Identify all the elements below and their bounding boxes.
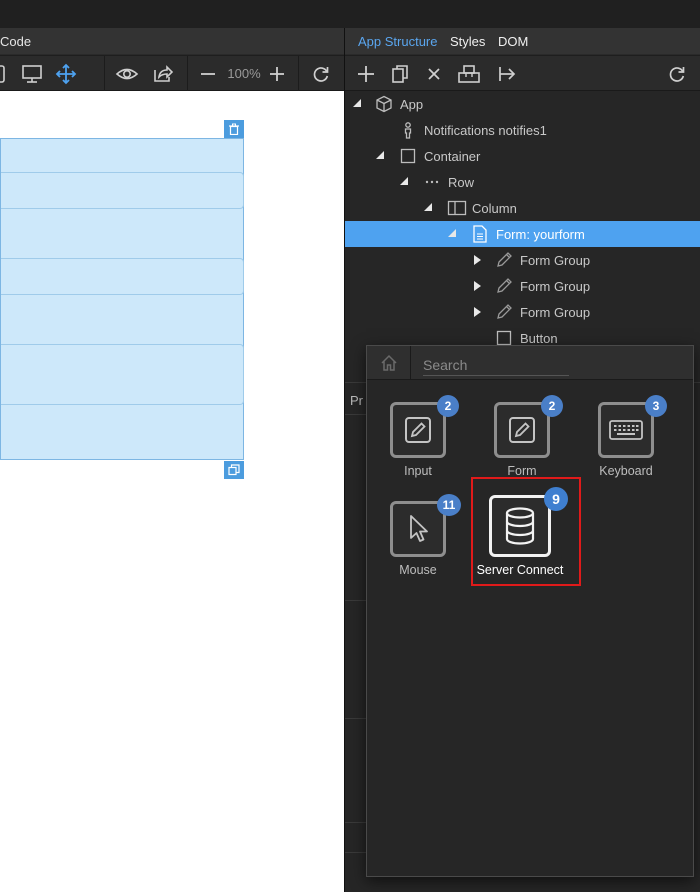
tab-styles[interactable]: Styles <box>450 34 485 49</box>
search-input[interactable] <box>423 354 569 376</box>
document-icon <box>471 225 489 243</box>
refresh-structure-icon[interactable] <box>664 56 690 91</box>
collapse-arrow-icon[interactable] <box>353 99 361 107</box>
copy-icon[interactable] <box>389 56 411 91</box>
home-icon[interactable] <box>367 346 411 380</box>
tab-dom[interactable]: DOM <box>498 34 528 49</box>
tree-item-label: Form Group <box>520 305 591 320</box>
pencil-square-icon <box>509 417 535 443</box>
tree-item-form-group[interactable]: Form Group <box>345 247 700 273</box>
tile-label: Form <box>507 464 537 478</box>
highlight-frame <box>471 477 581 586</box>
right-tab-bar: App Structure Styles DOM <box>345 28 700 55</box>
design-toolbar: 100% <box>0 56 344 91</box>
refresh-icon[interactable] <box>308 56 334 91</box>
tile-label: Mouse <box>399 563 437 577</box>
tree-item-label: Row <box>448 175 475 190</box>
properties-panel-label: Pr <box>350 393 363 408</box>
tree-item-form-group[interactable]: Form Group <box>345 299 700 325</box>
add-icon[interactable] <box>355 56 377 91</box>
tile-keyboard[interactable]: 3 Keyboard <box>587 395 677 491</box>
picker-header <box>367 346 693 380</box>
desktop-view-icon[interactable] <box>18 56 46 91</box>
count-badge: 3 <box>645 395 667 417</box>
tree-item-form[interactable]: Form: yourform <box>345 221 700 247</box>
count-badge: 2 <box>437 395 459 417</box>
collapse-arrow-icon[interactable] <box>400 177 408 185</box>
columns-icon <box>447 199 467 217</box>
expand-arrow-icon[interactable] <box>474 307 481 317</box>
square-icon <box>399 147 417 165</box>
tab-code[interactable]: Code <box>0 34 31 49</box>
cube-icon <box>375 95 393 113</box>
tile-input[interactable]: 2 Input <box>379 395 469 491</box>
zoom-in-icon[interactable] <box>265 56 289 91</box>
collapse-arrow-icon[interactable] <box>376 151 384 159</box>
tree-item-notifications[interactable]: Notifications notifies1 <box>345 117 700 143</box>
tile-label: Keyboard <box>599 464 653 478</box>
title-bar <box>0 0 700 28</box>
collapse-arrow-icon[interactable] <box>448 229 456 237</box>
preview-eye-icon[interactable] <box>113 56 141 91</box>
tree-item-label: Form Group <box>520 253 591 268</box>
form-field-2[interactable] <box>1 258 244 295</box>
move-icon[interactable] <box>52 56 80 91</box>
form-textarea[interactable] <box>1 344 244 405</box>
person-icon <box>399 121 417 139</box>
cursor-icon <box>410 515 428 542</box>
structure-toolbar <box>345 56 700 91</box>
expand-arrow-icon[interactable] <box>474 281 481 291</box>
dots-icon <box>423 173 441 191</box>
tile-mouse[interactable]: 11 Mouse <box>379 494 469 590</box>
tree-item-label: Notifications notifies1 <box>424 123 547 138</box>
collapse-arrow-icon[interactable] <box>424 203 432 211</box>
tab-app-structure[interactable]: App Structure <box>358 34 438 49</box>
expand-arrow-icon[interactable] <box>474 255 481 265</box>
tree-item-label: Form: yourform <box>496 227 585 242</box>
remove-icon[interactable] <box>423 56 445 91</box>
pencil-icon <box>495 303 513 321</box>
count-badge: 2 <box>541 395 563 417</box>
tree-item-row[interactable]: Row <box>345 169 700 195</box>
tile-label: Input <box>404 464 432 478</box>
tree-item-label: App <box>400 97 424 112</box>
tree-item-label: Form Group <box>520 279 591 294</box>
pencil-icon <box>495 251 513 269</box>
form-field-1[interactable] <box>1 172 244 209</box>
tree-item-label: Container <box>424 149 481 164</box>
tree-item-label: Column <box>472 201 517 216</box>
zoom-level: 100% <box>227 66 261 81</box>
tree-item-container[interactable]: Container <box>345 143 700 169</box>
left-tab-bar: Code <box>0 28 344 55</box>
tree-item-column[interactable]: Column <box>345 195 700 221</box>
count-badge: 11 <box>437 494 461 516</box>
delete-handle-icon[interactable] <box>224 120 244 138</box>
tree-item-form-group[interactable]: Form Group <box>345 273 700 299</box>
keyboard-icon <box>609 420 643 440</box>
mobile-view-icon[interactable] <box>0 56 10 91</box>
pencil-icon <box>495 277 513 295</box>
wrap-component-icon[interactable] <box>455 56 483 91</box>
tree-item-app[interactable]: App <box>345 91 700 117</box>
pencil-square-icon <box>405 417 431 443</box>
tree-item-label: Button <box>520 331 558 346</box>
selected-form[interactable] <box>0 138 244 460</box>
zoom-out-icon[interactable] <box>196 56 220 91</box>
duplicate-handle-icon[interactable] <box>224 461 244 479</box>
move-to-icon[interactable] <box>495 56 519 91</box>
share-icon[interactable] <box>149 56 177 91</box>
component-picker-popup: 2 Input 2 Form 3 Keyboard 11 Mouse 9 Ser… <box>366 345 694 877</box>
